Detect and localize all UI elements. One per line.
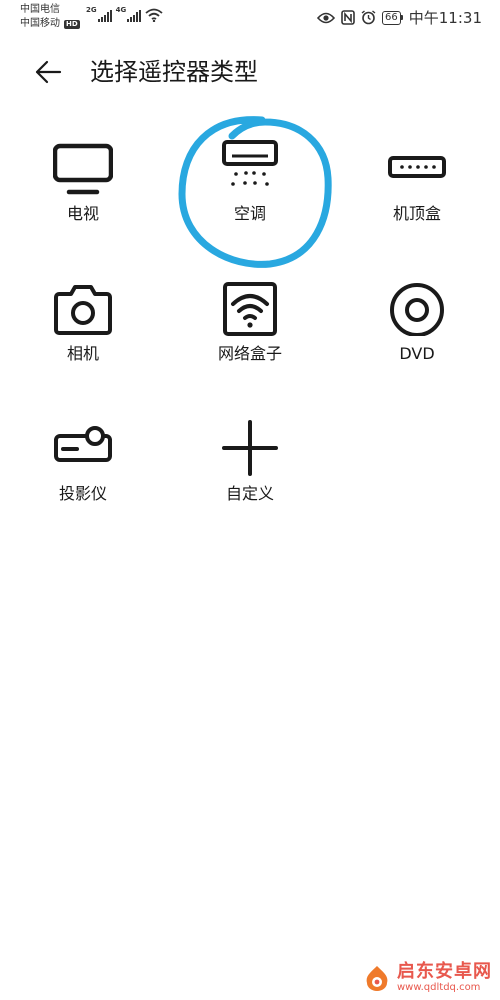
device-label: 相机	[66, 344, 99, 363]
signal-2g: 2G	[86, 6, 112, 22]
signal-indicators: 2G 4G	[86, 6, 163, 22]
network-box-icon	[220, 276, 280, 336]
device-label: DVD	[399, 344, 435, 363]
signal-2g-label: 2G	[86, 6, 97, 14]
device-label: 自定义	[225, 484, 274, 503]
back-button[interactable]	[30, 56, 66, 88]
wifi-icon	[145, 8, 163, 22]
watermark-name: 启东安卓网	[397, 961, 492, 982]
clock: 中午11:31	[408, 9, 482, 27]
battery-indicator: 66	[382, 10, 403, 25]
back-arrow-icon	[35, 60, 62, 84]
device-dvd[interactable]: DVD	[347, 268, 487, 378]
signal-4g-label: 4G	[115, 6, 127, 14]
device-label: 空调	[233, 204, 266, 223]
header: 选择遥控器类型	[0, 52, 500, 92]
status-right: 66 中午11:31	[317, 7, 482, 28]
device-label: 网络盒子	[217, 344, 282, 363]
device-air-conditioner[interactable]: 空调	[180, 128, 320, 238]
device-label: 投影仪	[58, 484, 107, 503]
status-bar: 中国电信 中国移动 HD 2G 4G 66 中午11:31	[0, 0, 500, 36]
air-conditioner-icon	[220, 136, 280, 196]
plus-icon	[220, 416, 280, 476]
projector-icon	[53, 416, 113, 476]
page-title: 选择遥控器类型	[90, 58, 258, 86]
battery-tip	[400, 15, 403, 20]
signal-bars-icon	[127, 10, 142, 22]
device-label: 机顶盒	[392, 204, 441, 223]
device-custom[interactable]: 自定义	[180, 408, 320, 518]
watermark-logo-icon	[366, 966, 388, 991]
device-network-box[interactable]: 网络盒子	[180, 268, 320, 378]
tv-icon	[53, 136, 113, 196]
watermark: 启东安卓网 www.qdltdq.com	[363, 962, 492, 994]
signal-4g: 4G	[116, 6, 142, 22]
device-set-top-box[interactable]: 机顶盒	[347, 128, 487, 238]
signal-bars-icon	[97, 10, 112, 22]
device-label: 电视	[66, 204, 99, 223]
watermark-url: www.qdltdq.com	[397, 982, 481, 993]
nfc-icon	[341, 10, 355, 25]
carrier-2: 中国移动	[20, 18, 60, 29]
camera-icon	[53, 276, 113, 336]
alarm-icon	[361, 10, 376, 25]
battery-level: 66	[382, 10, 401, 25]
device-camera[interactable]: 相机	[13, 268, 153, 378]
dvd-icon	[387, 276, 447, 336]
carrier-1: 中国电信	[20, 4, 60, 15]
carrier-info: 中国电信 中国移动 HD	[20, 3, 80, 31]
set-top-box-icon	[387, 136, 447, 196]
hd-badge: HD	[64, 19, 80, 29]
device-tv[interactable]: 电视	[13, 128, 153, 238]
device-projector[interactable]: 投影仪	[13, 408, 153, 518]
eye-icon	[317, 12, 336, 23]
